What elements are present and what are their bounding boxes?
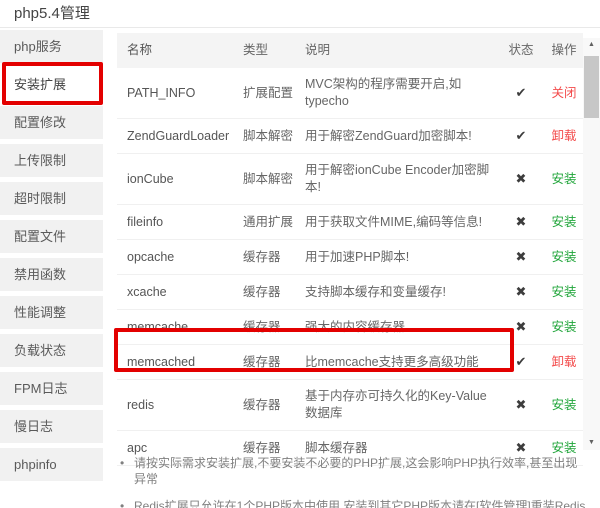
table-row-zendguardloader: ZendGuardLoader 脚本解密 用于解密ZendGuard加密脚本! … xyxy=(117,119,583,154)
action-link[interactable]: 卸载 xyxy=(551,355,576,369)
bullet-icon: • xyxy=(120,455,134,487)
table-row-memcached: memcached 缓存器 比memcache支持更多高级功能 ✔ 卸载 xyxy=(117,345,583,380)
ext-desc: 用于解密ZendGuard加密脚本! xyxy=(305,120,497,153)
scroll-up-icon[interactable]: ▲ xyxy=(583,38,600,52)
ext-type: 缓存器 xyxy=(243,311,305,344)
note-text: 请按实际需求安装扩展,不要安装不必要的PHP扩展,这会影响PHP执行效率,甚至出… xyxy=(134,455,588,487)
status-cross-icon: ✖ xyxy=(516,397,527,412)
ext-type: 缓存器 xyxy=(243,389,305,422)
action-link[interactable]: 安装 xyxy=(551,441,576,455)
action-link[interactable]: 安装 xyxy=(551,285,576,299)
ext-name: redis xyxy=(117,389,243,422)
note-redis-advice: • Redis扩展只允许在1个PHP版本中使用,安装到其它PHP版本请在[软件管… xyxy=(120,498,588,508)
status-check-icon: ✔ xyxy=(516,128,527,143)
sidebar: php服务 安装扩展 配置修改 上传限制 超时限制 配置文件 禁用函数 性能调整… xyxy=(0,30,103,486)
table-row-memcache: memcache 缓存器 强大的内容缓存器 ✖ 安装 xyxy=(117,310,583,345)
scrollbar-thumb[interactable] xyxy=(584,56,599,118)
ext-name: ionCube xyxy=(117,163,243,196)
ext-type: 脚本解密 xyxy=(243,120,305,153)
ext-name: fileinfo xyxy=(117,206,243,239)
footer-notes: • 请按实际需求安装扩展,不要安装不必要的PHP扩展,这会影响PHP执行效率,甚… xyxy=(120,455,588,508)
ext-type: 缓存器 xyxy=(243,346,305,379)
ext-type: 通用扩展 xyxy=(243,206,305,239)
action-link[interactable]: 安装 xyxy=(551,215,576,229)
sidebar-item-timeout-limit[interactable]: 超时限制 xyxy=(0,182,103,215)
col-header-desc: 说明 xyxy=(305,42,497,59)
ext-name: xcache xyxy=(117,276,243,309)
ext-type: 缓存器 xyxy=(243,276,305,309)
ext-name: opcache xyxy=(117,241,243,274)
table-row-fileinfo: fileinfo 通用扩展 用于获取文件MIME,编码等信息! ✖ 安装 xyxy=(117,205,583,240)
table-row-opcache: opcache 缓存器 用于加速PHP脚本! ✖ 安装 xyxy=(117,240,583,275)
col-header-action: 操作 xyxy=(545,42,583,59)
status-cross-icon: ✖ xyxy=(516,214,527,229)
action-link[interactable]: 安装 xyxy=(551,398,576,412)
status-cross-icon: ✖ xyxy=(516,284,527,299)
status-check-icon: ✔ xyxy=(516,354,527,369)
ext-name: ZendGuardLoader xyxy=(117,120,243,153)
col-header-type: 类型 xyxy=(243,42,305,59)
extensions-table: 名称 类型 说明 状态 操作 PATH_INFO 扩展配置 MVC架构的程序需要… xyxy=(117,33,583,466)
status-cross-icon: ✖ xyxy=(516,440,527,455)
action-link[interactable]: 安装 xyxy=(551,172,576,186)
ext-desc: 用于获取文件MIME,编码等信息! xyxy=(305,206,497,239)
action-link[interactable]: 安装 xyxy=(551,320,576,334)
table-row-path-info: PATH_INFO 扩展配置 MVC架构的程序需要开启,如typecho ✔ 关… xyxy=(117,68,583,119)
ext-desc: 支持脚本缓存和变量缓存! xyxy=(305,276,497,309)
ext-desc: 强大的内容缓存器 xyxy=(305,311,497,344)
page-title: php5.4管理 xyxy=(14,2,90,23)
table-row-xcache: xcache 缓存器 支持脚本缓存和变量缓存! ✖ 安装 xyxy=(117,275,583,310)
sidebar-item-phpinfo[interactable]: phpinfo xyxy=(0,448,103,481)
sidebar-item-load-status[interactable]: 负载状态 xyxy=(0,334,103,367)
sidebar-item-config-file[interactable]: 配置文件 xyxy=(0,220,103,253)
sidebar-item-performance[interactable]: 性能调整 xyxy=(0,296,103,329)
sidebar-item-config-edit[interactable]: 配置修改 xyxy=(0,106,103,139)
table-row-ioncube: ionCube 脚本解密 用于解密ionCube Encoder加密脚本! ✖ … xyxy=(117,154,583,205)
table-row-redis: redis 缓存器 基于内存亦可持久化的Key-Value数据库 ✖ 安装 xyxy=(117,380,583,431)
ext-desc: 用于加速PHP脚本! xyxy=(305,241,497,274)
ext-name: PATH_INFO xyxy=(117,77,243,110)
ext-desc: MVC架构的程序需要开启,如typecho xyxy=(305,68,497,118)
table-header-row: 名称 类型 说明 状态 操作 xyxy=(117,33,583,68)
ext-type: 扩展配置 xyxy=(243,77,305,110)
php-manage-dialog: php5.4管理 php服务 安装扩展 配置修改 上传限制 超时限制 配置文件 … xyxy=(0,0,600,508)
ext-type: 缓存器 xyxy=(243,241,305,274)
col-header-name: 名称 xyxy=(117,42,243,59)
status-check-icon: ✔ xyxy=(516,85,527,100)
sidebar-item-php-service[interactable]: php服务 xyxy=(0,30,103,63)
sidebar-item-fpm-log[interactable]: FPM日志 xyxy=(0,372,103,405)
ext-name: memcached xyxy=(117,346,243,379)
ext-desc: 用于解密ionCube Encoder加密脚本! xyxy=(305,154,497,204)
action-link[interactable]: 卸载 xyxy=(551,129,576,143)
col-header-status: 状态 xyxy=(497,42,545,59)
sidebar-item-disabled-func[interactable]: 禁用函数 xyxy=(0,258,103,291)
table-body: PATH_INFO 扩展配置 MVC架构的程序需要开启,如typecho ✔ 关… xyxy=(117,68,583,466)
title-divider xyxy=(0,27,600,28)
sidebar-item-upload-limit[interactable]: 上传限制 xyxy=(0,144,103,177)
note-install-advice: • 请按实际需求安装扩展,不要安装不必要的PHP扩展,这会影响PHP执行效率,甚… xyxy=(120,455,588,487)
bullet-icon: • xyxy=(120,498,134,508)
ext-type: 脚本解密 xyxy=(243,163,305,196)
action-link[interactable]: 安装 xyxy=(551,250,576,264)
ext-name: memcache xyxy=(117,311,243,344)
action-link[interactable]: 关闭 xyxy=(551,86,576,100)
status-cross-icon: ✖ xyxy=(516,249,527,264)
sidebar-item-slow-log[interactable]: 慢日志 xyxy=(0,410,103,443)
scroll-down-icon[interactable]: ▼ xyxy=(583,436,600,450)
table-scrollbar[interactable]: ▲ ▼ xyxy=(583,38,600,450)
status-cross-icon: ✖ xyxy=(516,171,527,186)
ext-desc: 比memcache支持更多高级功能 xyxy=(305,346,497,379)
sidebar-item-install-ext[interactable]: 安装扩展 xyxy=(0,68,103,101)
note-text: Redis扩展只允许在1个PHP版本中使用,安装到其它PHP版本请在[软件管理]… xyxy=(134,498,585,508)
ext-desc: 基于内存亦可持久化的Key-Value数据库 xyxy=(305,380,497,430)
status-cross-icon: ✖ xyxy=(516,319,527,334)
